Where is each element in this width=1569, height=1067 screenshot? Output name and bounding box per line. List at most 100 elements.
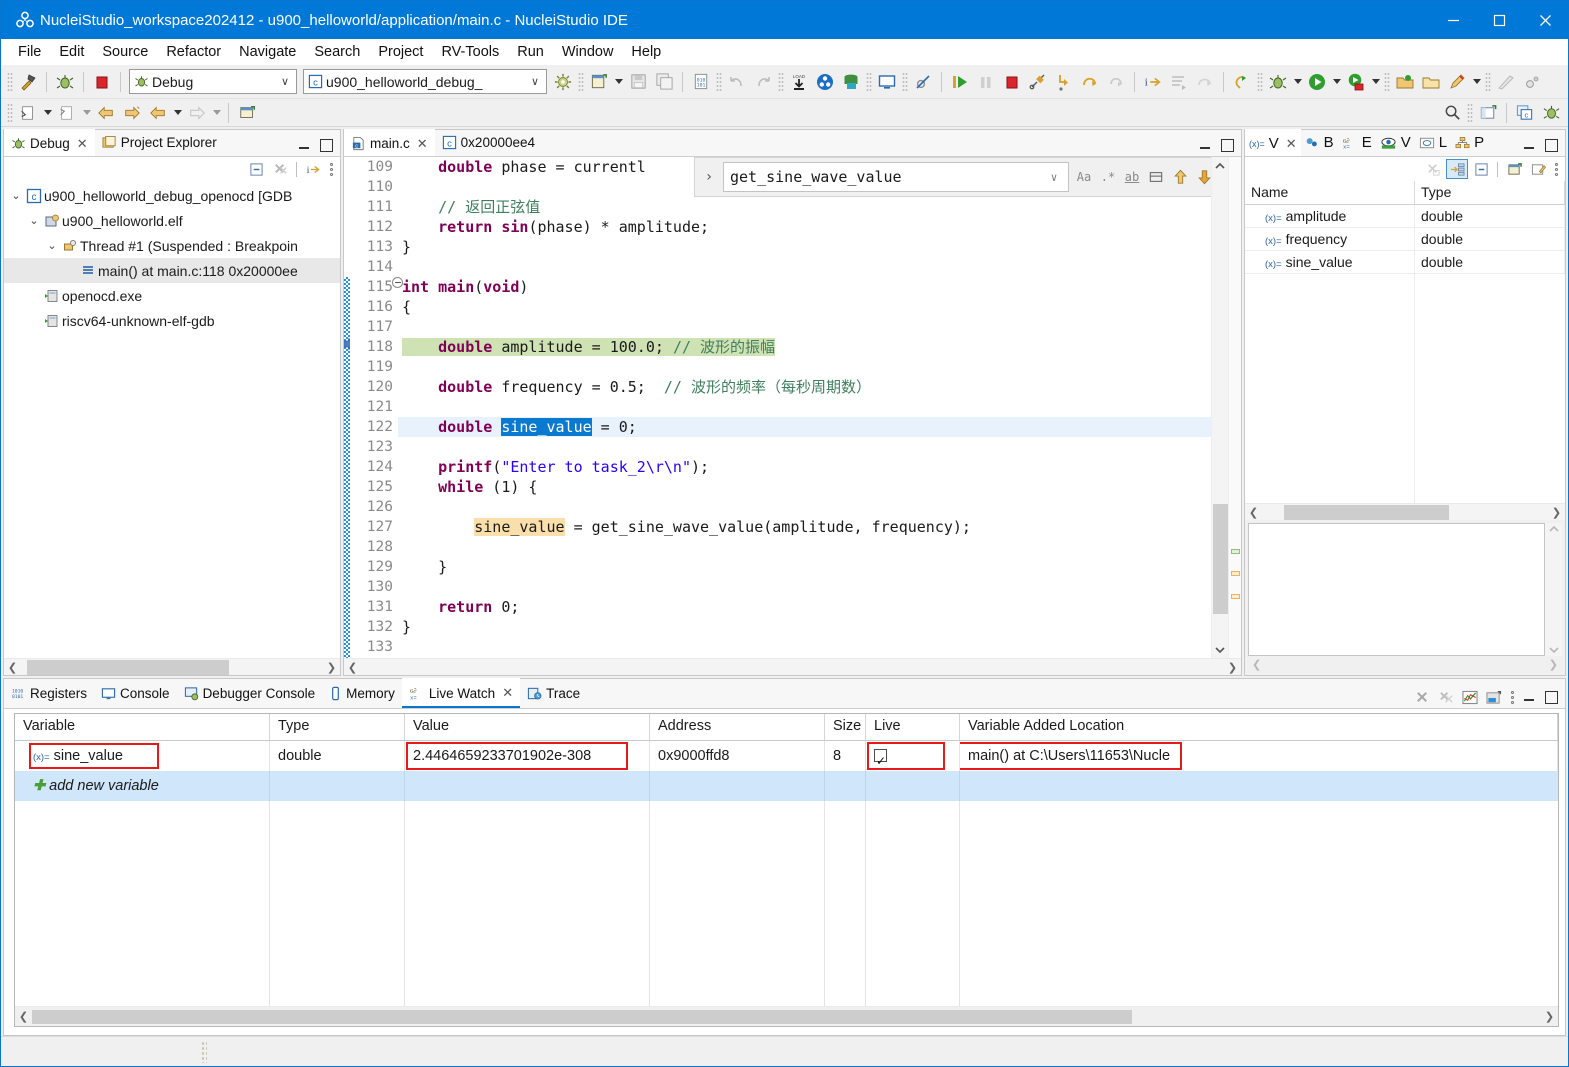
table-row[interactable]: (x)= sine_value double 2.4464659233701902… <box>15 741 1558 771</box>
new-file-dropdown-icon[interactable] <box>612 70 625 94</box>
redo-icon[interactable] <box>750 69 776 95</box>
editor-code-area[interactable]: double phase = currentl // 返回正弦值 return … <box>398 157 1211 658</box>
tab-console[interactable]: Console <box>94 678 177 708</box>
status-bar-grip[interactable] <box>201 1041 207 1063</box>
variables-hscroll-thumb[interactable] <box>1284 504 1449 520</box>
menu-edit[interactable]: Edit <box>50 41 93 63</box>
tab-log[interactable]: L <box>1415 129 1451 156</box>
tab-project-explorer[interactable]: Project Explorer <box>95 129 224 156</box>
find-previous-icon[interactable] <box>1169 165 1191 189</box>
debug-tree[interactable]: ⌄ c u900_helloworld_debug_openocd [GDB ⌄ <box>4 181 340 658</box>
tab-expressions[interactable]: 6∂ x= E <box>1338 129 1376 156</box>
debug-view-menu-icon[interactable] <box>326 159 336 179</box>
variables-table[interactable]: Name Type (x)= amplitude double (x)= frequ… <box>1245 181 1565 503</box>
previous-annotation-icon[interactable] <box>54 100 80 126</box>
column-header-live[interactable]: Live <box>866 714 960 740</box>
nuclei-tool-icon[interactable] <box>812 69 838 95</box>
tab-live-watch-close-icon[interactable]: ✕ <box>502 685 513 701</box>
debug-tree-hscrollbar[interactable]: ❮ ❯ <box>4 658 340 675</box>
find-expand-chevron-icon[interactable]: › <box>695 169 723 185</box>
tab-live-watch[interactable]: 6∂ x= Live Watch ✕ <box>401 678 521 708</box>
editor-vscrollbar[interactable] <box>1211 157 1228 658</box>
column-header-name[interactable]: Name <box>1245 181 1415 204</box>
live-watch-table[interactable]: Variable Type Value Address Size Live Va… <box>14 713 1559 1027</box>
tab-debug[interactable]: Debug ✕ <box>4 129 95 156</box>
save-icon[interactable] <box>625 69 651 95</box>
live-watch-value-cell[interactable]: 2.4464659233701902e-308 <box>405 741 650 771</box>
minimize-button[interactable] <box>1430 1 1476 39</box>
graph-icon[interactable] <box>1459 687 1481 707</box>
debug-hscroll-track[interactable] <box>21 659 323 675</box>
minimize-editor-button[interactable] <box>1195 134 1215 156</box>
twisty-icon-3[interactable]: ⌄ <box>44 239 60 252</box>
toolbar-grip-5[interactable] <box>866 71 872 92</box>
column-header-size[interactable]: Size <box>825 714 866 740</box>
terminate-icon[interactable] <box>89 69 115 95</box>
column-header-variable[interactable]: Variable <box>15 714 270 740</box>
detail-scroll-left-icon[interactable]: ❮ <box>1252 658 1261 671</box>
live-watch-live-cell[interactable] <box>866 741 960 771</box>
open-perspective-icon[interactable] <box>1475 100 1501 126</box>
pin-editor-icon[interactable] <box>1444 69 1470 95</box>
show-type-names-icon[interactable] <box>1446 159 1468 179</box>
build-configuration-combo[interactable]: Debug ∨ <box>129 69 297 94</box>
live-watch-hscrollbar[interactable]: ❮ ❯ <box>15 1006 1558 1026</box>
perspective-grip[interactable] <box>1467 102 1473 123</box>
save-all-icon[interactable] <box>651 69 677 95</box>
tab-trace[interactable]: Trace <box>520 678 587 708</box>
toolbar2-grip[interactable] <box>7 102 13 123</box>
debug-launch-dropdown-icon[interactable] <box>1291 70 1304 94</box>
next-annotation-dropdown-icon[interactable] <box>41 101 54 125</box>
variables-hscrollbar[interactable]: ❮ ❯ <box>1245 503 1565 520</box>
live-watch-hscroll-track[interactable] <box>32 1009 1541 1024</box>
tab-peripherals[interactable]: P <box>1451 129 1488 156</box>
ruler-icon[interactable] <box>1493 69 1519 95</box>
menu-source[interactable]: Source <box>93 41 157 63</box>
step-return-icon[interactable] <box>1103 69 1129 95</box>
find-history-chevron-icon[interactable]: ∨ <box>1046 171 1062 184</box>
tree-node-elf[interactable]: ⌄ u900_helloworld.elf <box>4 208 340 233</box>
editor-vscroll-thumb[interactable] <box>1212 504 1228 614</box>
whole-word-icon[interactable]: ab <box>1121 165 1143 189</box>
tab-memory[interactable]: Memory <box>322 678 402 708</box>
scroll-down-icon[interactable] <box>1212 641 1229 658</box>
maximize-button[interactable] <box>1476 1 1522 39</box>
step-asm-icon[interactable] <box>1192 69 1218 95</box>
tab-main-c[interactable]: c main.c ✕ <box>344 129 435 156</box>
scroll-left-icon[interactable]: ❮ <box>4 661 21 674</box>
toolbar-grip-6[interactable] <box>902 71 908 92</box>
live-watch-scroll-right-icon[interactable]: ❯ <box>1541 1010 1558 1023</box>
new-file-icon[interactable] <box>586 69 612 95</box>
resume-icon[interactable] <box>947 69 973 95</box>
live-watch-scroll-left-icon[interactable]: ❮ <box>15 1010 32 1023</box>
editor-hscrollbar[interactable]: ❮ ❯ <box>344 658 1241 675</box>
tab-main-c-close-icon[interactable]: ✕ <box>417 136 428 152</box>
remove-all-watch-icon[interactable] <box>1435 687 1457 707</box>
tab-variables-close-icon[interactable]: ✕ <box>1286 136 1297 152</box>
column-header-location[interactable]: Variable Added Location <box>960 714 1558 740</box>
minimize-bottom-view-button[interactable] <box>1519 686 1539 708</box>
open-terminal-icon[interactable] <box>874 69 900 95</box>
disconnect-icon[interactable] <box>1025 69 1051 95</box>
debug-perspective-button[interactable] <box>1538 100 1564 126</box>
detail-hscrollbar[interactable]: ❮ ❯ <box>1248 656 1562 672</box>
cpp-perspective-button[interactable]: c <box>1512 100 1538 126</box>
load-program-icon[interactable]: LOAD <box>786 69 812 95</box>
editor-scroll-right-icon[interactable]: ❯ <box>1224 661 1241 674</box>
external-tools-dropdown-icon[interactable] <box>1369 70 1382 94</box>
bottom-view-menu-icon[interactable] <box>1507 687 1517 707</box>
menu-window[interactable]: Window <box>553 41 623 63</box>
menu-search[interactable]: Search <box>305 41 369 63</box>
instruction-stepping-mode-icon[interactable]: i <box>302 159 324 179</box>
tab-disassembly[interactable]: c 0x20000ee4 <box>435 129 542 156</box>
back-dropdown-icon[interactable] <box>171 101 184 125</box>
column-header-address[interactable]: Address <box>650 714 825 740</box>
tree-node-openocd[interactable]: openocd.exe <box>4 283 340 308</box>
editor-overview-ruler[interactable] <box>1228 157 1241 658</box>
menu-navigate[interactable]: Navigate <box>230 41 305 63</box>
live-watch-variable-cell[interactable]: (x)= sine_value <box>15 741 270 771</box>
close-button[interactable] <box>1522 1 1568 39</box>
tree-node-thread[interactable]: ⌄ Thread #1 (Suspended : Breakpoin <box>4 233 340 258</box>
column-header-type[interactable]: Type <box>270 714 405 740</box>
twisty-icon[interactable]: ⌄ <box>8 189 24 202</box>
